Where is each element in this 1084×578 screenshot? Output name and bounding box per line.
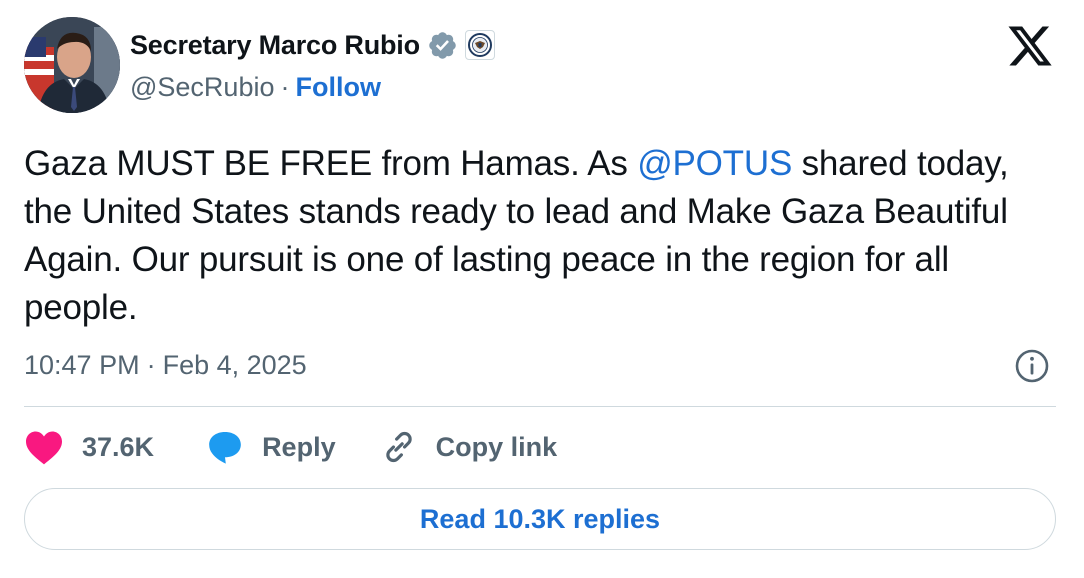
state-department-seal-icon[interactable]	[464, 30, 495, 60]
tweet-time[interactable]: 10:47 PM	[24, 350, 140, 381]
avatar-image	[24, 17, 120, 113]
reply-bubble-icon	[209, 431, 241, 464]
link-icon	[385, 431, 412, 463]
author-name-row: Secretary Marco Rubio	[130, 26, 495, 64]
author-handle[interactable]: @SecRubio	[130, 72, 274, 103]
info-icon[interactable]	[1014, 348, 1050, 384]
author-display-name[interactable]: Secretary Marco Rubio	[130, 30, 420, 61]
follow-button[interactable]: Follow	[295, 72, 380, 103]
timestamp-separator: ·	[146, 349, 156, 380]
like-button[interactable]: 37.6K	[24, 429, 154, 465]
tweet-text-part: Gaza MUST BE FREE from Hamas. As	[24, 144, 638, 183]
handle-separator: ·	[280, 71, 290, 102]
verified-badge-icon	[427, 30, 458, 61]
tweet-text: Gaza MUST BE FREE from Hamas. As @POTUS …	[24, 140, 1064, 332]
tweet-actions: 37.6K Reply Copy link	[24, 424, 557, 470]
tweet-timestamp[interactable]: 10:47 PM · Feb 4, 2025	[24, 345, 307, 385]
copy-link-label: Copy link	[435, 431, 558, 462]
x-logo-icon[interactable]	[1006, 24, 1054, 68]
like-count: 37.6K	[82, 431, 155, 462]
tweet-date[interactable]: Feb 4, 2025	[163, 350, 307, 381]
reply-button[interactable]: Reply	[206, 428, 336, 466]
read-replies-button[interactable]: Read 10.3K replies	[24, 488, 1056, 550]
divider	[24, 406, 1056, 407]
avatar[interactable]	[24, 17, 120, 113]
mention-link[interactable]: @POTUS	[637, 144, 792, 183]
reply-label: Reply	[262, 431, 336, 462]
heart-icon	[26, 431, 62, 465]
copy-link-button[interactable]: Copy link	[380, 428, 558, 466]
author-handle-row: @SecRubio · Follow	[130, 68, 381, 106]
